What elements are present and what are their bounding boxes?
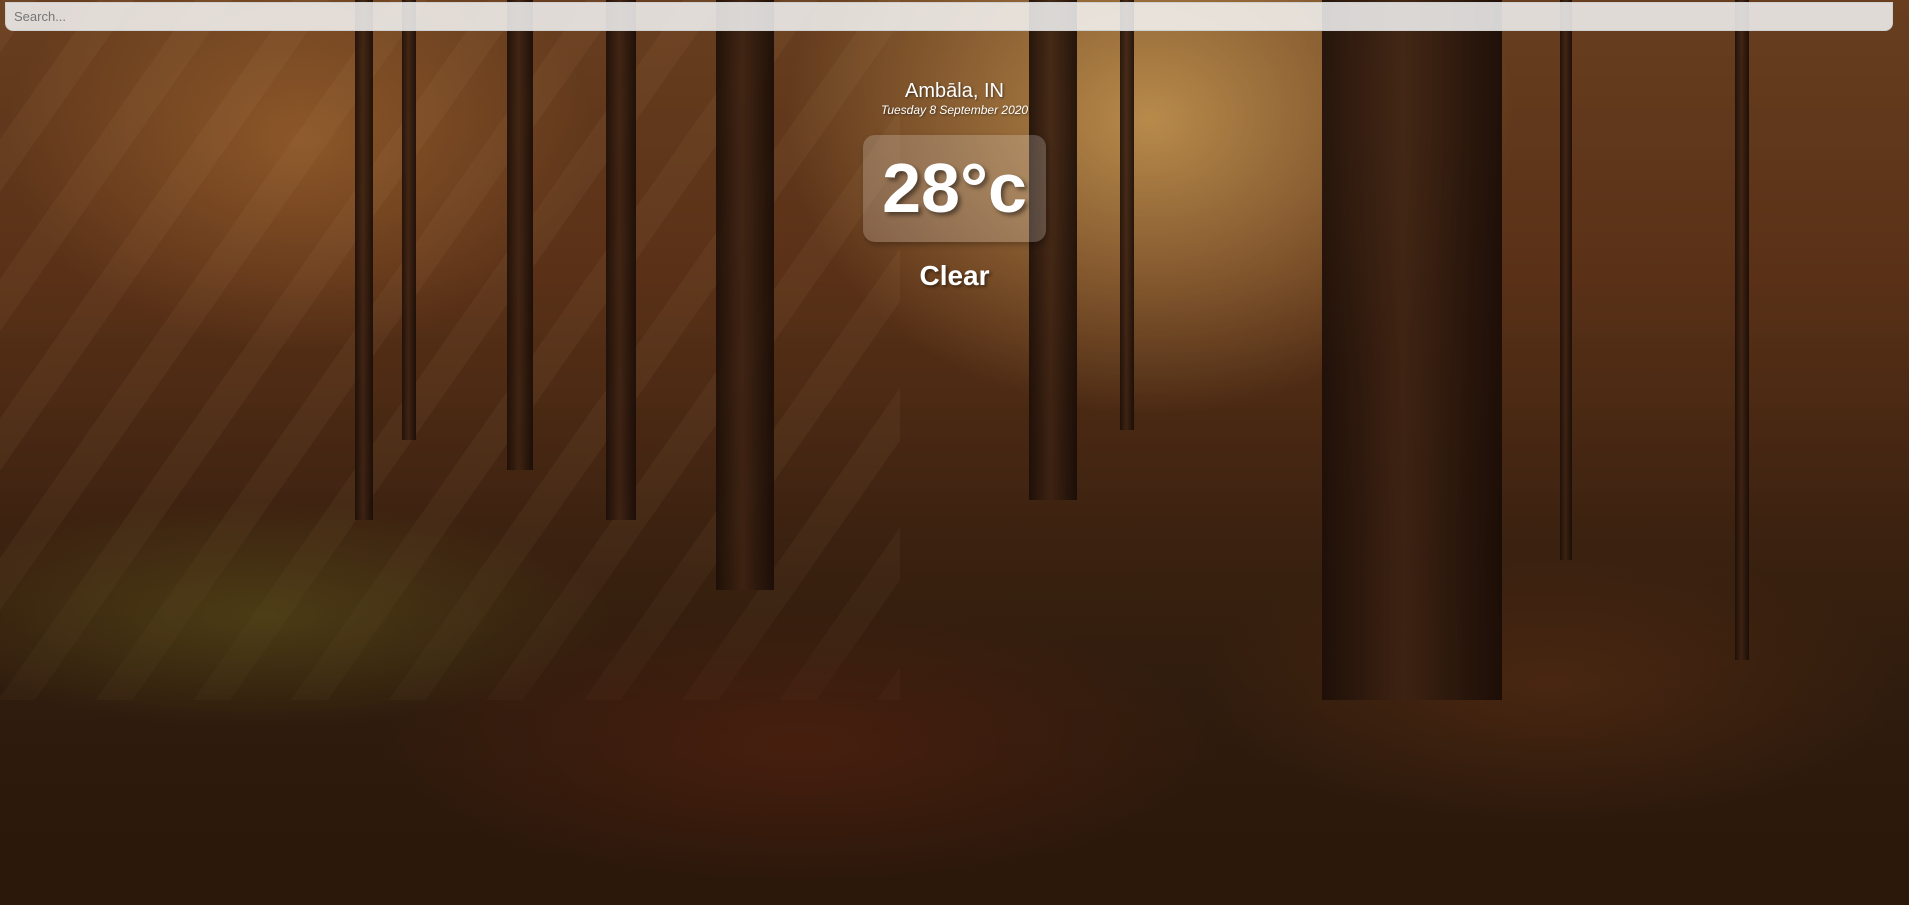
temperature-display: 28°c — [863, 135, 1046, 242]
weather-condition: Clear — [919, 260, 990, 291]
weather-panel: Ambāla, IN Tuesday 8 September 2020 28°c… — [0, 80, 1909, 292]
date-label: Tuesday 8 September 2020 — [880, 103, 1029, 117]
location-label: Ambāla, IN — [905, 80, 1004, 102]
search-input[interactable] — [5, 2, 1893, 31]
